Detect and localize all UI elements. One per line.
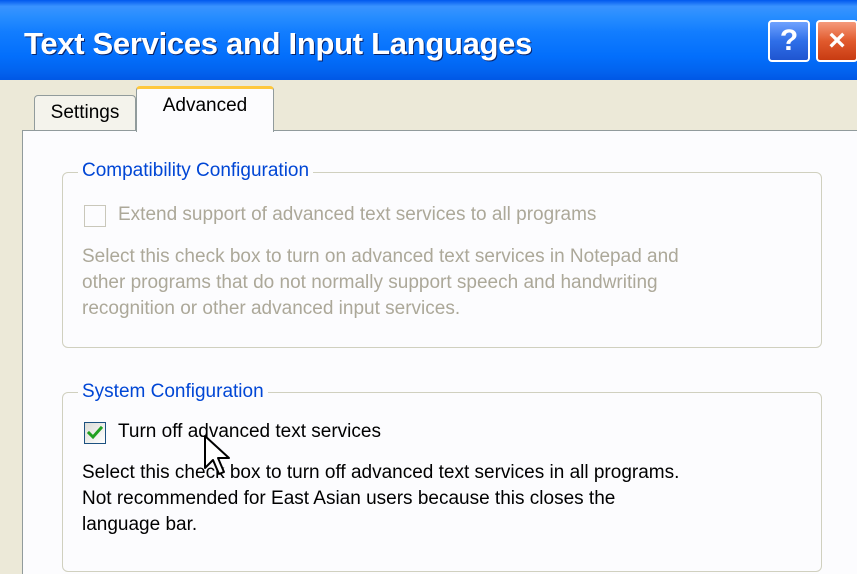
turn-off-advanced-text-services-checkbox[interactable] (84, 422, 106, 444)
system-description-line: language bar. (82, 514, 198, 535)
compatibility-description-line: recognition or other advanced input serv… (82, 298, 461, 319)
system-description: Select this check box to turn off advanc… (82, 460, 679, 538)
compatibility-description-line: Select this check box to turn on advance… (82, 246, 679, 267)
system-description-line: Select this check box to turn off advanc… (82, 462, 680, 483)
close-button[interactable]: × (816, 20, 857, 62)
title-bar[interactable]: Text Services and Input Languages ? × (0, 0, 857, 80)
extend-support-checkbox[interactable] (84, 205, 106, 227)
compatibility-description-line: other programs that do not normally supp… (82, 272, 658, 293)
extend-support-label[interactable]: Extend support of advanced text services… (118, 204, 596, 226)
help-button[interactable]: ? (768, 20, 810, 62)
close-icon: × (828, 24, 846, 57)
tab-settings[interactable]: Settings (34, 95, 136, 131)
turn-off-advanced-text-services-label[interactable]: Turn off advanced text services (118, 421, 381, 443)
compatibility-group-title: Compatibility Configuration (78, 160, 314, 182)
system-group-title: System Configuration (78, 381, 268, 403)
mouse-pointer-icon (204, 435, 230, 475)
help-icon: ? (779, 24, 799, 57)
compatibility-description: Select this check box to turn on advance… (82, 244, 679, 322)
tab-advanced[interactable]: Advanced (136, 86, 274, 132)
dialog-window: Text Services and Input Languages ? × Se… (0, 0, 857, 574)
system-description-line: Not recommended for East Asian users bec… (82, 488, 616, 509)
window-title: Text Services and Input Languages (24, 26, 533, 61)
check-mark-icon (87, 425, 103, 440)
